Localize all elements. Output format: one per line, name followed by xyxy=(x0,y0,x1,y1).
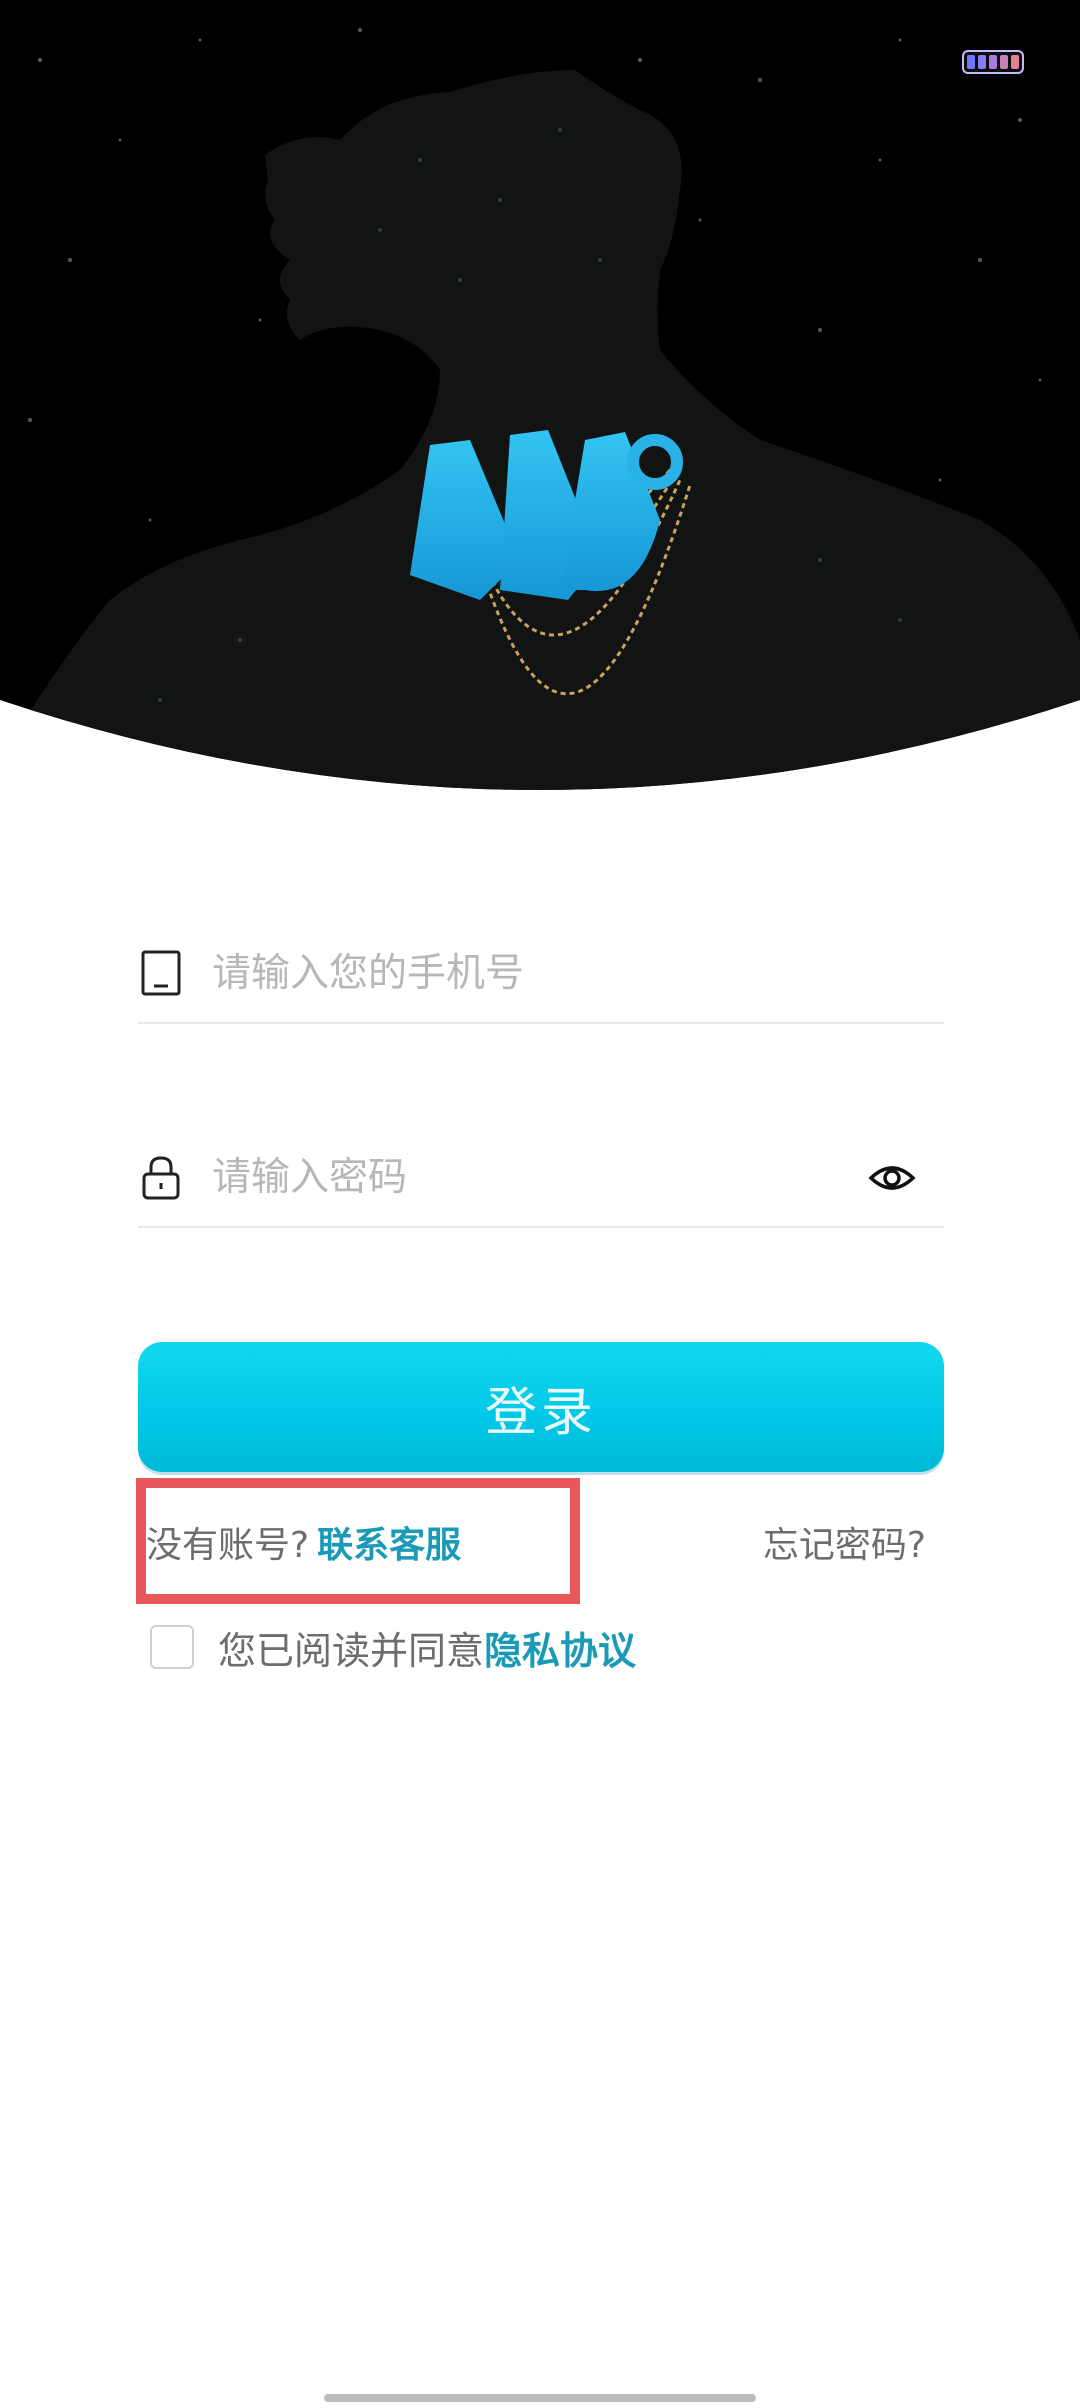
home-indicator[interactable] xyxy=(324,2394,756,2402)
eye-icon[interactable] xyxy=(868,1158,916,1198)
agree-checkbox[interactable] xyxy=(150,1625,194,1669)
privacy-policy-link[interactable]: 隐私协议 xyxy=(484,1620,636,1675)
battery-bar xyxy=(1000,55,1008,69)
battery-icon xyxy=(962,50,1024,74)
forgot-password-link[interactable]: 忘记密码? xyxy=(763,1516,926,1568)
phone-input[interactable] xyxy=(212,938,852,1008)
agree-label: 您已阅读并同意 xyxy=(218,1628,485,1673)
battery-bar xyxy=(978,55,986,69)
phone-field-row xyxy=(138,932,944,1024)
login-screen: 登录 没有账号?联系客服 忘记密码? 您已阅读并同意隐私协议 xyxy=(0,0,1080,2408)
no-account-row: 没有账号? 联系客服 xyxy=(146,1516,461,1568)
contact-support-link[interactable]: 联系客服 xyxy=(317,1525,461,1566)
phone-icon xyxy=(141,950,181,996)
no-account-label: 没有账号? xyxy=(146,1525,310,1566)
battery-bar xyxy=(1011,55,1019,69)
battery-bar xyxy=(989,55,997,69)
password-field-row xyxy=(138,1136,944,1228)
lock-icon xyxy=(142,1156,180,1200)
agreement-row: 您已阅读并同意 隐私协议 xyxy=(150,1620,636,1675)
hero-banner xyxy=(0,0,1080,810)
login-button[interactable]: 登录 xyxy=(138,1342,944,1472)
password-input[interactable] xyxy=(212,1142,852,1212)
battery-bar xyxy=(967,55,975,69)
